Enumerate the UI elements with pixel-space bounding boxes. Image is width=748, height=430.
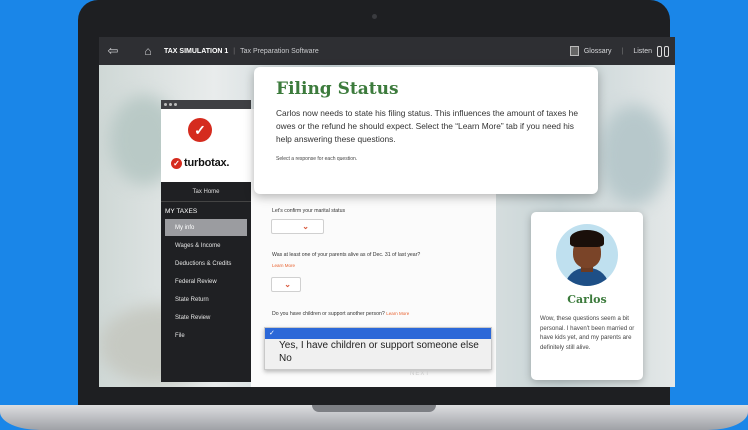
chevron-down-icon: ⌄ bbox=[302, 222, 309, 231]
avatar bbox=[556, 224, 618, 286]
question-parents-alive: Was at least one of your parents alive a… bbox=[272, 252, 421, 258]
actions-separator: | bbox=[621, 47, 624, 55]
children-dropdown-open[interactable]: ✓ Yes, I have children or support someon… bbox=[264, 327, 492, 370]
sidebar-item-deductions-credits[interactable]: Deductions & Credits bbox=[165, 255, 247, 272]
instruction-card: Filing Status Carlos now needs to state … bbox=[254, 67, 598, 194]
turbotax-logo: ✓ turbotax. bbox=[171, 157, 229, 169]
next-button[interactable]: NEXT bbox=[410, 371, 430, 377]
turbotax-logo-text: turbotax. bbox=[184, 157, 230, 169]
listen-icon[interactable] bbox=[657, 45, 669, 57]
sidebar-section-label: MY TAXES bbox=[165, 208, 198, 215]
turbotax-logo-icon: ✓ bbox=[171, 157, 182, 169]
back-arrow-icon[interactable]: ⇦ bbox=[102, 43, 124, 59]
topbar-actions: Glossary | Listen bbox=[569, 45, 669, 57]
turbotax-check-icon: ✓ bbox=[188, 118, 212, 142]
title-separator: | bbox=[233, 47, 236, 55]
listen-button[interactable]: Listen bbox=[633, 48, 652, 55]
turbotax-sidebar: Tax Home MY TAXES My info Wages & Income… bbox=[161, 182, 251, 382]
sidebar-item-tax-home[interactable]: Tax Home bbox=[161, 182, 251, 202]
simulation-subtitle: Tax Preparation Software bbox=[240, 47, 319, 55]
sidebar-item-my-info[interactable]: My info bbox=[165, 219, 247, 236]
sidebar-item-file[interactable]: File bbox=[165, 327, 247, 344]
sidebar-item-state-return[interactable]: State Return bbox=[165, 291, 247, 308]
character-card: Carlos Wow, these questions seem a bit p… bbox=[531, 212, 643, 380]
turbotax-window: ✓ ✓ turbotax. Tax Home MY TAXES My info … bbox=[161, 100, 251, 382]
character-name: Carlos bbox=[567, 293, 607, 306]
background-blur bbox=[599, 105, 669, 205]
laptop-notch bbox=[312, 405, 436, 412]
card-body: Carlos now needs to state his filing sta… bbox=[276, 108, 578, 144]
webcam bbox=[372, 14, 377, 19]
chevron-down-icon: ⌄ bbox=[284, 280, 291, 289]
dropdown-option-blank[interactable]: ✓ bbox=[265, 328, 491, 339]
window-titlebar bbox=[161, 100, 251, 109]
avatar-hair bbox=[570, 230, 604, 247]
top-bar: ⇦ ⌂ TAX SIMULATION 1 | Tax Preparation S… bbox=[99, 37, 675, 65]
simulation-title: TAX SIMULATION 1 bbox=[164, 47, 229, 55]
screen: ⇦ ⌂ TAX SIMULATION 1 | Tax Preparation S… bbox=[99, 37, 675, 387]
glossary-button[interactable]: Glossary bbox=[584, 48, 612, 55]
sidebar-item-state-review[interactable]: State Review bbox=[165, 309, 247, 326]
character-speech: Wow, these questions seem a bit personal… bbox=[540, 315, 635, 351]
marital-status-dropdown[interactable]: ⌄ bbox=[271, 219, 324, 234]
question-children-text: Do you have children or support another … bbox=[272, 311, 385, 317]
parents-alive-dropdown[interactable]: ⌄ bbox=[271, 277, 301, 292]
dropdown-option-no[interactable]: No bbox=[265, 352, 491, 365]
question-marital-status: Let's confirm your marital status bbox=[272, 208, 346, 214]
learn-more-link-children[interactable]: Learn More bbox=[386, 311, 409, 316]
home-icon[interactable]: ⌂ bbox=[138, 44, 158, 58]
question-children: Do you have children or support another … bbox=[272, 311, 409, 317]
sidebar-item-federal-review[interactable]: Federal Review bbox=[165, 273, 247, 290]
dropdown-option-yes[interactable]: Yes, I have children or support someone … bbox=[265, 339, 491, 352]
sidebar-item-wages-income[interactable]: Wages & Income bbox=[165, 237, 247, 254]
card-title: Filing Status bbox=[276, 79, 399, 99]
card-note: Select a response for each question. bbox=[276, 156, 358, 162]
learn-more-link-parents[interactable]: Learn More bbox=[272, 263, 295, 268]
glossary-icon[interactable] bbox=[569, 46, 579, 56]
